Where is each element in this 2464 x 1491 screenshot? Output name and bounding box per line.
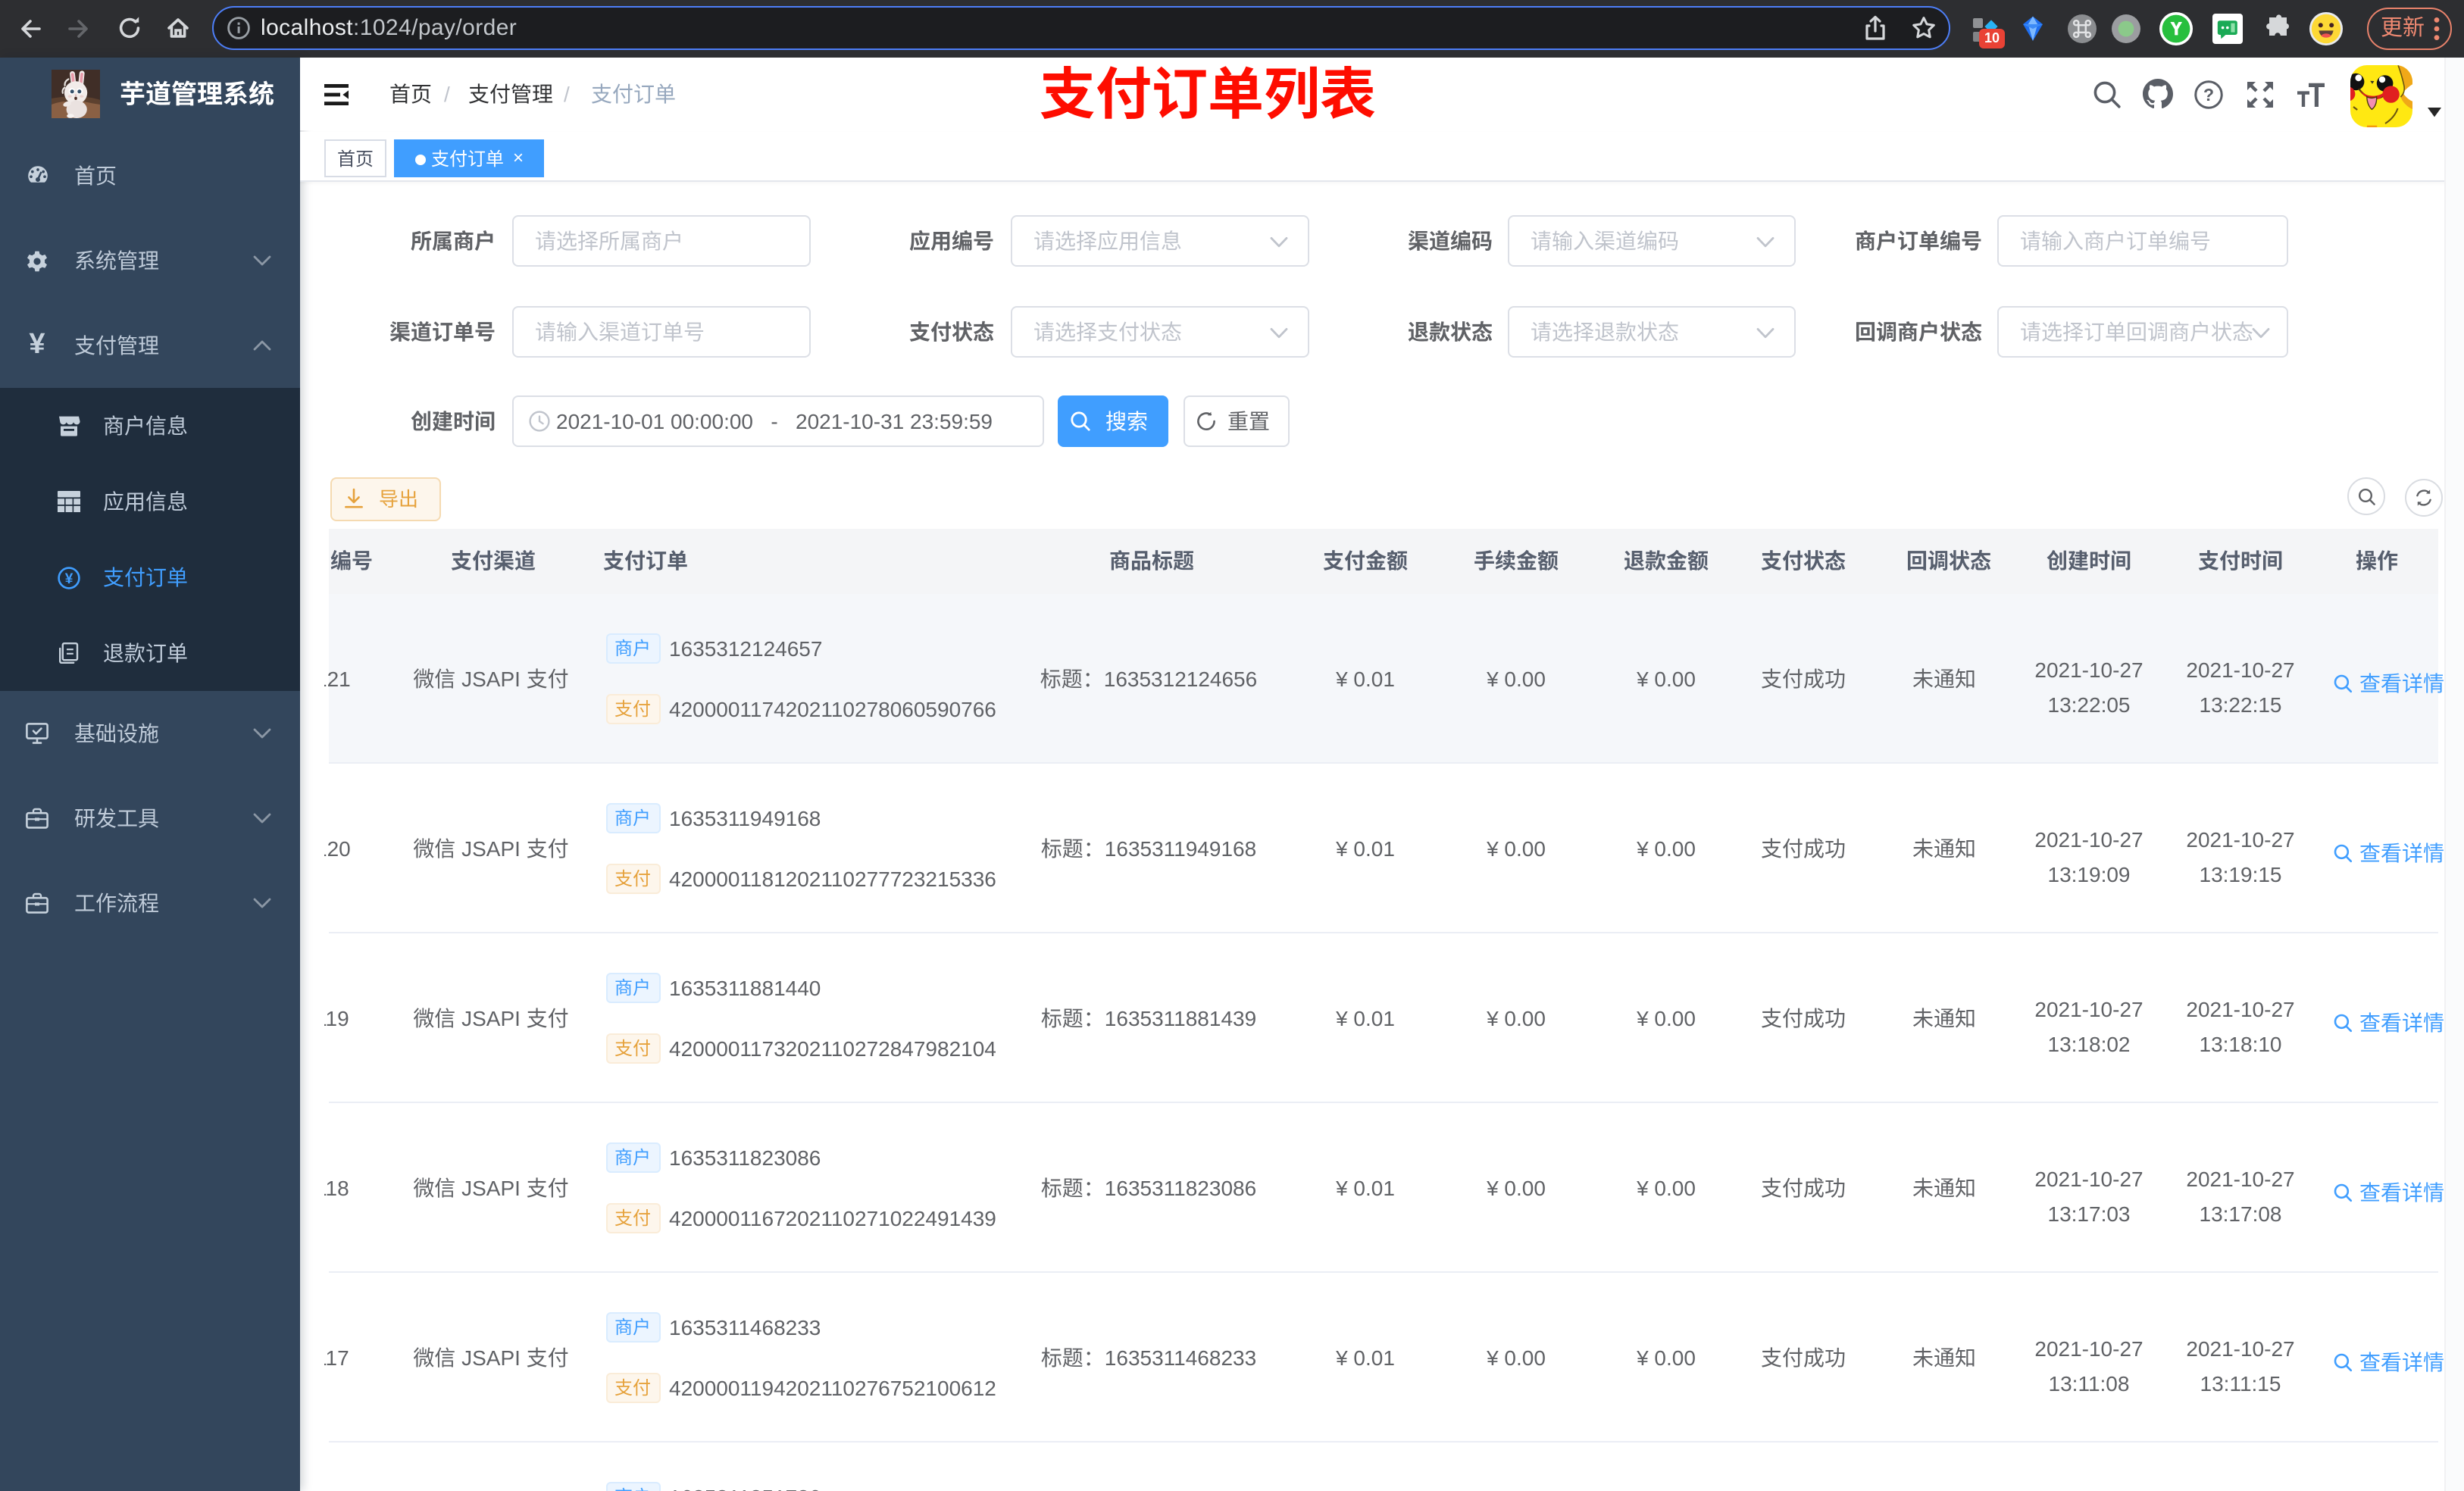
svg-text:?: ? [2203,85,2214,105]
